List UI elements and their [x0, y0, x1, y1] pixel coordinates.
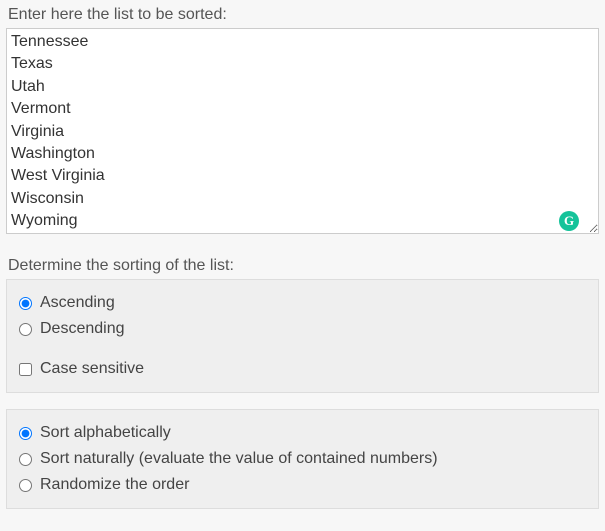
ascending-label: Ascending	[40, 294, 115, 312]
sort-random-label: Randomize the order	[40, 476, 189, 494]
sort-natural-radio[interactable]	[19, 453, 32, 466]
textarea-container: G	[6, 28, 599, 239]
descending-option[interactable]: Descending	[19, 316, 586, 342]
ascending-radio[interactable]	[19, 297, 32, 310]
sort-alpha-radio[interactable]	[19, 427, 32, 440]
case-sensitive-label: Case sensitive	[40, 360, 144, 378]
descending-radio[interactable]	[19, 323, 32, 336]
sort-alpha-label: Sort alphabetically	[40, 424, 171, 442]
sort-random-radio[interactable]	[19, 479, 32, 492]
sort-natural-label: Sort naturally (evaluate the value of co…	[40, 450, 438, 468]
sort-options-label: Determine the sorting of the list:	[8, 257, 599, 275]
input-list-label: Enter here the list to be sorted:	[8, 6, 599, 24]
sort-alpha-option[interactable]: Sort alphabetically	[19, 420, 586, 446]
case-sensitive-checkbox[interactable]	[19, 363, 32, 376]
grammarly-icon[interactable]: G	[559, 211, 579, 231]
method-panel: Sort alphabetically Sort naturally (eval…	[6, 409, 599, 509]
case-sensitive-option[interactable]: Case sensitive	[19, 356, 586, 382]
sort-natural-option[interactable]: Sort naturally (evaluate the value of co…	[19, 446, 586, 472]
sort-random-option[interactable]: Randomize the order	[19, 472, 586, 498]
list-input[interactable]	[6, 28, 599, 234]
descending-label: Descending	[40, 320, 125, 338]
direction-panel: Ascending Descending Case sensitive	[6, 279, 599, 393]
ascending-option[interactable]: Ascending	[19, 290, 586, 316]
